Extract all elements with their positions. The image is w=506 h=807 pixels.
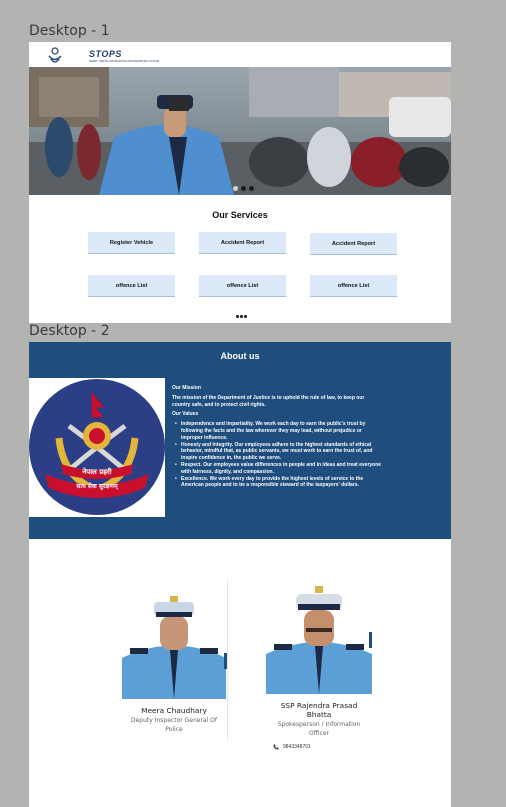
logo-subtitle: SMART TRAFFIC INFORMATION AND REPORTING … (89, 60, 160, 63)
officer-phone[interactable]: 9843348701 (273, 744, 311, 750)
mission-text: The mission of the Department of Justice… (172, 394, 365, 408)
about-text: Our Mission The mission of the Departmen… (172, 385, 384, 489)
values-heading: Our Values (172, 411, 199, 418)
services-pager[interactable] (236, 315, 247, 318)
phone-number: 9843348701 (283, 744, 311, 750)
site-logo[interactable]: STOPS SMART TRAFFIC INFORMATION AND REPO… (47, 45, 159, 67)
accident-report-button-2[interactable]: Accident Report (310, 233, 397, 255)
officer-name: SSP Rajendra Prasad Bhatta (280, 701, 358, 719)
pager-dot[interactable] (244, 315, 247, 318)
police-badge-icon (47, 47, 63, 65)
carousel-dots (233, 186, 254, 191)
pager-dot[interactable] (240, 315, 243, 318)
frame-label-desktop-1: Desktop - 1 (29, 23, 110, 39)
carousel-dot[interactable] (249, 186, 254, 191)
officer-role: Deputy Inspector General Of Police (130, 717, 217, 733)
officer-photo (266, 576, 372, 694)
carousel-dot[interactable] (233, 186, 238, 191)
hero-carousel-image[interactable] (29, 67, 451, 195)
officer-card-scroll-handle[interactable] (224, 653, 227, 669)
mission-heading: Our Mission (172, 385, 201, 391)
register-vehicle-button[interactable]: Register Vehicle (88, 232, 175, 254)
value-item: Honesty and Integrity. Our employees adh… (172, 442, 384, 462)
values-list: Independence and impartiality. We work e… (172, 421, 384, 489)
logo-title: STOPS (89, 49, 122, 59)
nepal-police-emblem: नेपाल प्रहरी सत्य सेवा सुरक्षणम् (29, 378, 165, 517)
officer-role: Spokesperson / Information Officer (277, 721, 361, 737)
carousel-dot[interactable] (241, 186, 246, 191)
emblem-text-top: नेपाल प्रहरी (82, 468, 112, 476)
officer-photo (122, 588, 226, 699)
officer-card-scroll-handle[interactable] (369, 632, 372, 648)
desktop-2-frame: About us नेपाल प्रहरी सत्य सेवा सुरक्षणम… (29, 342, 451, 807)
desktop-1-frame: STOPS SMART TRAFFIC INFORMATION AND REPO… (29, 42, 451, 323)
offence-list-button-3[interactable]: offence List (310, 275, 397, 297)
value-item: Independence and impartiality. We work e… (172, 421, 384, 441)
about-section: About us नेपाल प्रहरी सत्य सेवा सुरक्षणम… (29, 342, 451, 539)
services-title: Our Services (212, 210, 268, 220)
emblem-text-bottom: सत्य सेवा सुरक्षणम् (76, 483, 118, 490)
accident-report-button[interactable]: Accident Report (199, 232, 286, 254)
officer-card[interactable]: SSP Rajendra Prasad Bhatta Spokesperson … (272, 701, 366, 738)
frame-label-desktop-2: Desktop - 2 (29, 323, 110, 339)
about-title: About us (220, 351, 260, 361)
pager-dot[interactable] (236, 315, 239, 318)
value-item: Excellence. We work every day to provide… (172, 476, 384, 490)
offence-list-button-2[interactable]: offence List (199, 275, 286, 297)
phone-icon (273, 744, 279, 750)
value-item: Respect. Our employees value differences… (172, 462, 384, 476)
officer-name: Meera Chaudhary (141, 706, 207, 715)
officer-card[interactable]: Meera Chaudhary Deputy Inspector General… (122, 706, 226, 734)
offence-list-button[interactable]: offence List (88, 275, 175, 297)
officer-divider (227, 580, 228, 740)
